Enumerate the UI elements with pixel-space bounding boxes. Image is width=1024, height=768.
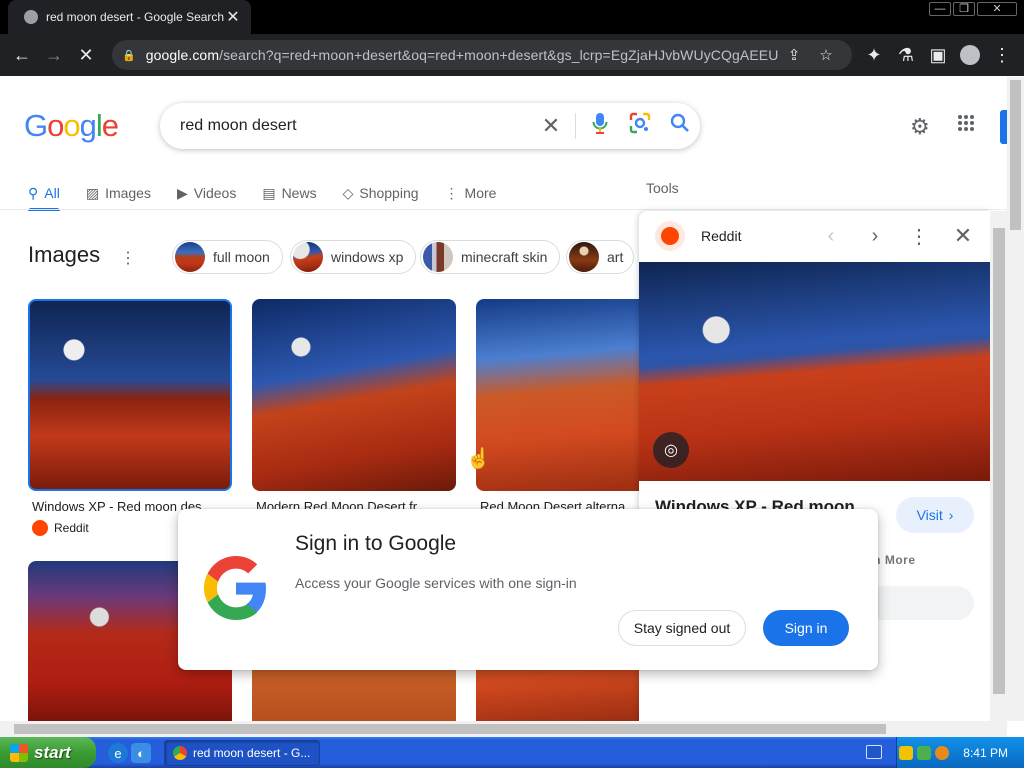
search-inside-image-lens-icon[interactable]: ◎ <box>653 432 689 468</box>
security-shield-icon[interactable] <box>899 745 914 760</box>
tab-shopping[interactable]: ◇ Shopping <box>343 178 419 208</box>
search-tray-icon[interactable] <box>935 745 950 760</box>
header-divider <box>0 209 1024 210</box>
dialog-subtitle: Access your Google services with one sig… <box>295 575 577 591</box>
tab-videos[interactable]: ▶ Videos <box>177 178 236 208</box>
tab-title: red moon desert - Google Search <box>46 10 225 24</box>
search-submit-icon[interactable] <box>660 113 700 139</box>
stay-signed-out-button[interactable]: Stay signed out <box>618 610 746 646</box>
preview-panel-header: Reddit ‹ › ⋮ ✕ <box>655 219 985 253</box>
profile-avatar-icon[interactable] <box>954 34 986 76</box>
previous-image-icon[interactable]: ‹ <box>809 225 853 248</box>
sign-in-button-edge[interactable] <box>1000 110 1007 144</box>
preview-image[interactable] <box>639 262 990 481</box>
search-divider <box>575 113 576 139</box>
chip-full-moon[interactable]: full moon <box>172 240 283 274</box>
minimize-button[interactable]: — <box>929 2 951 16</box>
search-icon: ⚲ <box>28 184 39 201</box>
system-tray: 8:41 PM <box>896 737 1024 768</box>
more-icon: ⋮ <box>444 184 459 201</box>
tab-news[interactable]: ▤ News <box>262 178 316 208</box>
settings-gear-icon[interactable]: ⚙ <box>910 114 930 140</box>
windows-flag-icon <box>10 743 28 762</box>
browser-menu-icon[interactable]: ⋮ <box>986 34 1018 76</box>
chip-thumbnail <box>293 242 323 272</box>
horizontal-scrollbar-thumb[interactable] <box>14 724 886 734</box>
search-input[interactable]: red moon desert <box>180 117 531 135</box>
browser-tab[interactable]: red moon desert - Google Search ✕ <box>8 0 251 34</box>
back-icon[interactable]: ← <box>6 34 38 76</box>
keyboard-icon[interactable] <box>866 745 882 759</box>
related-search-bar[interactable] <box>866 586 974 620</box>
images-more-options-icon[interactable]: ⋮ <box>120 248 136 268</box>
page-scrollbar-thumb[interactable] <box>1010 80 1021 230</box>
chrome-icon <box>173 746 187 760</box>
clear-icon[interactable]: ✕ <box>531 113 571 139</box>
next-image-icon[interactable]: › <box>853 225 897 248</box>
images-section-title: Images <box>28 242 101 267</box>
extensions-icon[interactable]: ✦ <box>858 34 890 76</box>
restore-button[interactable]: ❐ <box>953 2 975 16</box>
chip-thumbnail <box>423 242 453 272</box>
taskbar-item-browser[interactable]: red moon desert - G... <box>164 740 320 766</box>
tag-icon: ◇ <box>342 184 354 201</box>
tab-all[interactable]: ⚲ All <box>28 178 60 211</box>
image-result-1[interactable] <box>28 299 232 491</box>
chip-thumbnail <box>569 242 599 272</box>
mic-icon[interactable] <box>580 112 620 140</box>
google-logo[interactable]: Google <box>24 108 119 144</box>
preview-source-name[interactable]: Reddit <box>701 228 809 244</box>
google-g-icon <box>204 556 268 620</box>
search-box[interactable]: red moon desert ✕ <box>160 103 700 149</box>
reddit-icon <box>32 520 48 536</box>
apps-grid-icon[interactable] <box>957 114 975 138</box>
news-icon: ▤ <box>262 184 276 201</box>
tab-more[interactable]: ⋮ More <box>445 178 497 208</box>
lock-icon: 🔒 <box>122 49 136 62</box>
internet-explorer-icon[interactable]: e <box>108 743 128 763</box>
panel-more-options-icon[interactable]: ⋮ <box>897 224 941 249</box>
chip-thumbnail <box>175 242 205 272</box>
tab-favicon-icon <box>24 10 38 24</box>
start-button[interactable]: start <box>0 737 96 768</box>
labs-flask-icon[interactable]: ⚗ <box>890 34 922 76</box>
image-result-2[interactable] <box>252 299 456 491</box>
chip-windows-xp[interactable]: windows xp <box>290 240 417 274</box>
hand-cursor-icon: ☝ <box>466 448 491 470</box>
chevron-right-icon: › <box>948 507 954 523</box>
address-bar[interactable]: 🔒 google.com/search?q=red+moon+desert&oq… <box>112 40 852 70</box>
search-nav-tabs: ⚲ All ▨ Images ▶ Videos ▤ News ◇ Shopping ⋮ Mo… <box>28 178 497 211</box>
reddit-logo-icon <box>655 221 685 251</box>
tools-button[interactable]: Tools <box>646 180 679 196</box>
play-icon: ▶ <box>176 184 188 201</box>
tab-images[interactable]: ▨ Images <box>86 178 151 208</box>
url-text: google.com/search?q=red+moon+desert&oq=r… <box>145 47 778 63</box>
panel-scrollbar-thumb[interactable] <box>993 228 1005 694</box>
chip-minecraft-skin[interactable]: minecraft skin <box>420 240 561 274</box>
forward-icon[interactable]: → <box>38 34 70 76</box>
lens-camera-icon[interactable] <box>620 112 660 140</box>
visit-button[interactable]: Visit › <box>896 497 974 533</box>
chrome-quicklaunch-icon[interactable]: ◐ <box>131 743 151 763</box>
close-window-button[interactable]: ✕ <box>977 2 1017 16</box>
image-result-3[interactable] <box>476 299 639 491</box>
image-icon: ▨ <box>85 184 100 201</box>
tab-close-icon[interactable]: ✕ <box>225 7 241 27</box>
side-panel-icon[interactable]: ▣ <box>922 34 954 76</box>
network-icon[interactable] <box>917 745 932 760</box>
dialog-title: Sign in to Google <box>295 532 457 555</box>
sign-in-button[interactable]: Sign in <box>763 610 849 646</box>
stop-loading-icon[interactable]: ✕ <box>70 34 102 76</box>
image-result-1-source[interactable]: Reddit <box>32 520 89 536</box>
close-panel-icon[interactable]: ✕ <box>941 223 985 249</box>
clock[interactable]: 8:41 PM <box>963 746 1008 760</box>
bookmark-star-icon[interactable]: ☆ <box>810 46 842 64</box>
share-icon[interactable]: ⇪ <box>778 46 810 64</box>
chip-art[interactable]: art <box>566 240 635 274</box>
